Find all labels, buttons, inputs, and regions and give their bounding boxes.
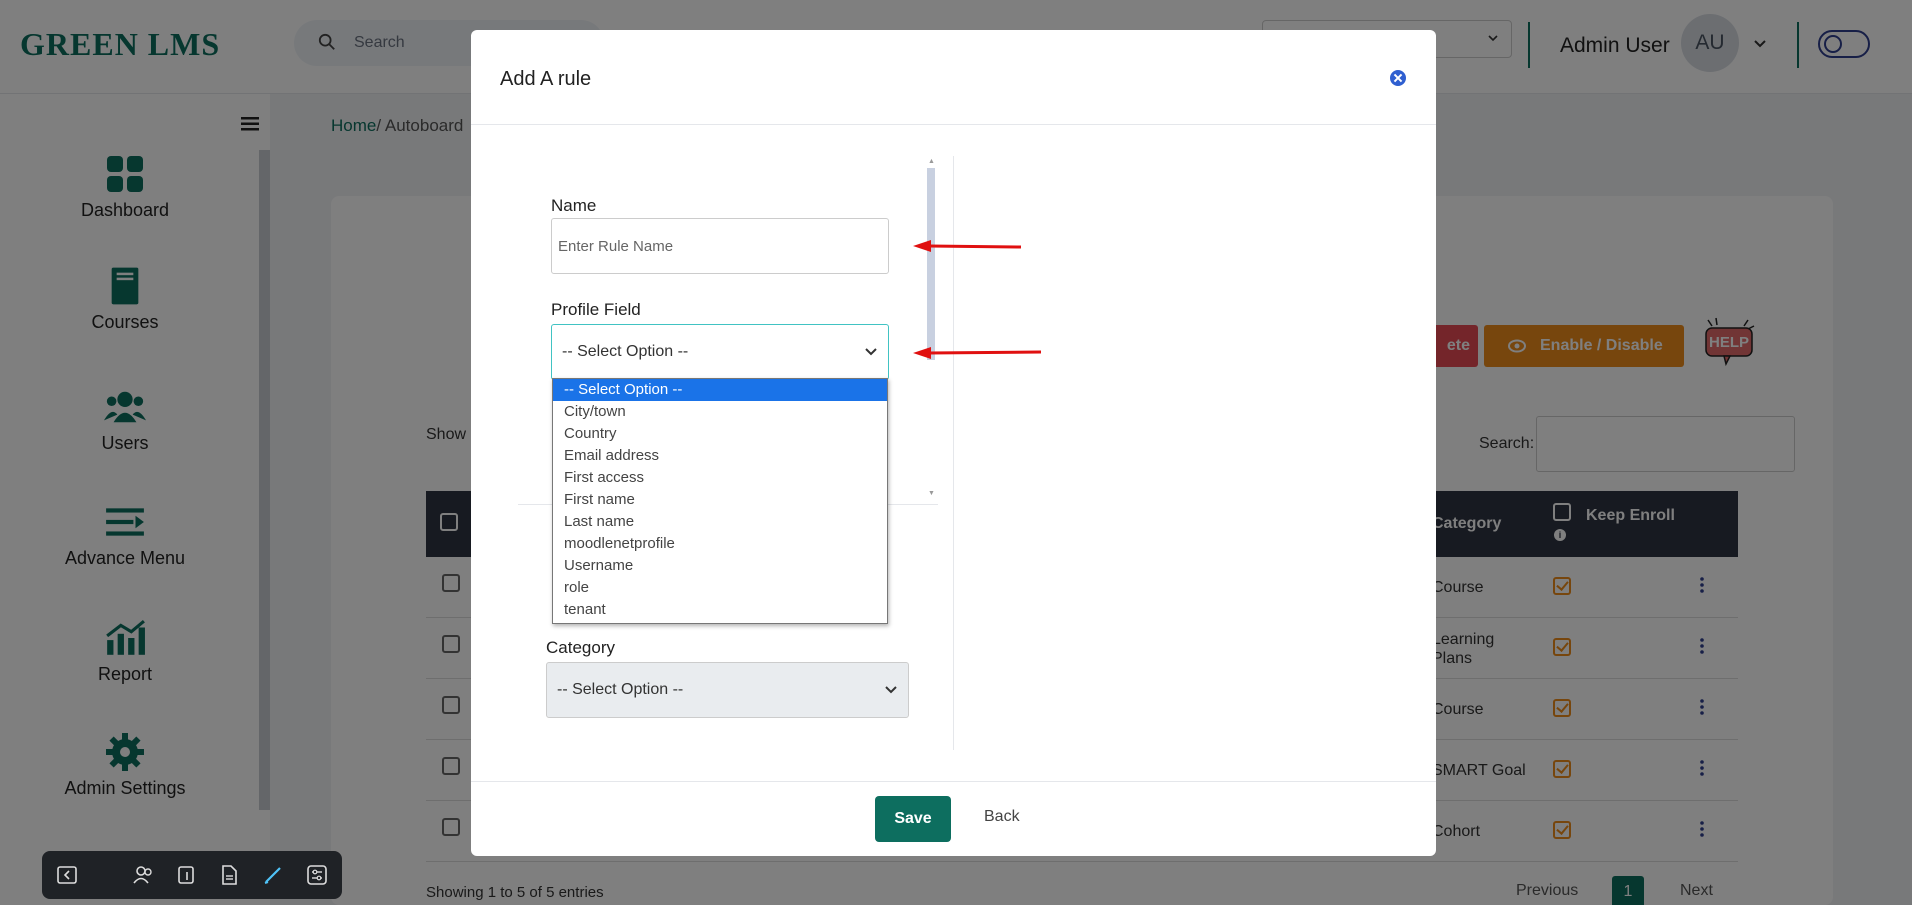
category-value: -- Select Option --: [557, 681, 684, 698]
collapse-panel-icon[interactable]: [56, 864, 78, 886]
scroll-down-arrow[interactable]: ▼: [928, 490, 935, 497]
name-label: Name: [551, 196, 597, 215]
document-icon[interactable]: [218, 864, 240, 886]
form-scrollbar[interactable]: ▲ ▼: [926, 158, 936, 500]
dropdown-option[interactable]: moodlenetprofile: [553, 533, 887, 555]
rule-name-input[interactable]: [551, 218, 889, 274]
category-label: Category: [546, 638, 615, 657]
dropdown-option[interactable]: Country: [553, 423, 887, 445]
scroll-up-arrow[interactable]: ▲: [928, 158, 935, 165]
dropdown-option[interactable]: Email address: [553, 445, 887, 467]
note-icon[interactable]: [175, 864, 197, 886]
profile-field-select[interactable]: -- Select Option --: [551, 324, 889, 380]
chevron-down-icon: [885, 686, 897, 694]
annotation-arrow: [913, 240, 1022, 252]
floating-toolbar: [42, 851, 342, 899]
users-icon[interactable]: [132, 864, 154, 886]
modal-title: Add A rule: [500, 68, 592, 90]
modal-header: Add A rule: [471, 30, 1436, 125]
add-rule-modal: Add A rule ▲ ▼ Name Profile Field -- Sel…: [471, 30, 1436, 856]
settings-sliders-icon[interactable]: [306, 864, 328, 886]
profile-field-label: Profile Field: [551, 300, 641, 319]
dropdown-option[interactable]: Last name: [553, 511, 887, 533]
scrollbar-thumb[interactable]: [927, 168, 935, 360]
pen-icon[interactable]: [262, 864, 284, 886]
dropdown-option[interactable]: tenant: [553, 599, 887, 621]
category-select[interactable]: -- Select Option --: [546, 662, 909, 718]
dropdown-option[interactable]: First name: [553, 489, 887, 511]
annotation-arrow: [913, 347, 1042, 359]
profile-field-options: -- Select Option -- City/town Country Em…: [552, 378, 888, 624]
dropdown-option[interactable]: role: [553, 577, 887, 599]
dropdown-option[interactable]: -- Select Option --: [553, 379, 887, 401]
chevron-down-icon: [865, 348, 877, 356]
dropdown-option[interactable]: City/town: [553, 401, 887, 423]
modal-footer: [471, 781, 1436, 856]
profile-field-value: -- Select Option --: [562, 343, 689, 360]
back-button[interactable]: Back: [984, 808, 1020, 826]
save-button[interactable]: Save: [875, 796, 951, 842]
dropdown-option[interactable]: Username: [553, 555, 887, 577]
dropdown-option[interactable]: First access: [553, 467, 887, 489]
close-icon[interactable]: [1390, 70, 1406, 86]
